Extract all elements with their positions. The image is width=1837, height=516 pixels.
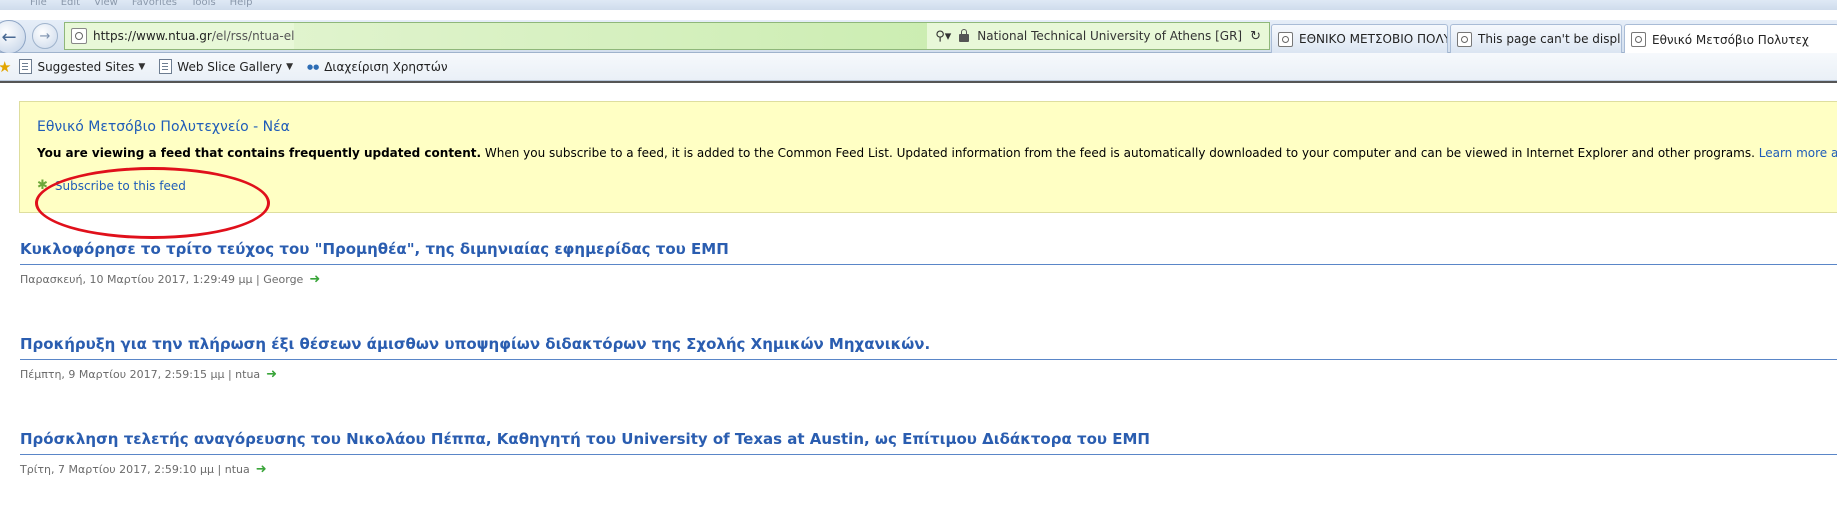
tab-label: Εθνικό Μετσόβιο Πολυτεχ [1652, 32, 1809, 47]
tab-label: ΕΘΝΙΚΟ ΜΕΤΣΟΒΙΟ ΠΟΛΥΤΕΧ... [1299, 32, 1447, 46]
menu-view[interactable]: View [94, 0, 118, 8]
feed-item-date-author: Πέμπτη, 9 Μαρτίου 2017, 2:59:15 μμ | ntu… [20, 368, 261, 381]
site-favicon-icon [71, 28, 87, 44]
tab-active-feed[interactable]: Εθνικό Μετσόβιο Πολυτεχ [1624, 24, 1837, 54]
go-arrow-icon[interactable]: ➜ [256, 462, 267, 477]
favorites-item-user-admin[interactable]: ●● Διαχείριση Χρηστών [307, 60, 448, 74]
go-arrow-icon[interactable]: ➜ [309, 272, 320, 287]
tab-error-page[interactable]: This page can't be displayed [1450, 24, 1622, 53]
tab-favicon-icon [1631, 32, 1646, 47]
feed-item-meta: Πέμπτη, 9 Μαρτίου 2017, 2:59:15 μμ | ntu… [20, 367, 277, 382]
learn-more-link[interactable]: Learn more about feeds. [1759, 146, 1837, 160]
refresh-icon[interactable]: ↻ [1250, 29, 1261, 44]
tab-ntua-1[interactable]: ΕΘΝΙΚΟ ΜΕΤΣΟΒΙΟ ΠΟΛΥΤΕΧ... [1271, 24, 1448, 53]
url-host: https://www.ntua.gr [93, 29, 212, 43]
url-path: /el/rss/ntua-el [211, 29, 295, 43]
back-button[interactable]: ← [0, 20, 26, 54]
url-text[interactable]: https://www.ntua.gr/el/rss/ntua-el [93, 29, 294, 43]
feed-item-title[interactable]: Κυκλοφόρησε το τρίτο τεύχος του "Προμηθέ… [20, 240, 1837, 258]
feed-item-date-author: Τρίτη, 7 Μαρτίου 2017, 2:59:10 μμ | ntua [20, 463, 250, 476]
address-bar[interactable]: https://www.ntua.gr/el/rss/ntua-el ⚲▾ Na… [64, 22, 1270, 50]
feed-notice-bold: You are viewing a feed that contains fre… [37, 146, 482, 160]
feed-item-divider [20, 359, 1837, 360]
feed-item-divider [20, 454, 1837, 455]
favorites-item-suggested-sites[interactable]: Suggested Sites ▼ [19, 59, 145, 74]
address-bar-padding [294, 23, 928, 49]
favorites-item-web-slice-gallery[interactable]: Web Slice Gallery ▼ [159, 59, 293, 74]
favorites-item-label: Διαχείριση Χρηστών [324, 59, 448, 74]
site-identity[interactable]: National Technical University of Athens … [977, 29, 1242, 43]
feed-item-divider [20, 264, 1837, 265]
feed-item-title[interactable]: Πρόσκληση τελετής αναγόρευσης του Νικολά… [20, 430, 1837, 448]
tab-favicon-icon [1457, 31, 1472, 47]
feed-item: Πρόσκληση τελετής αναγόρευσης του Νικολά… [20, 430, 1837, 477]
feed-item-meta: Παρασκευή, 10 Μαρτίου 2017, 1:29:49 μμ |… [20, 272, 320, 287]
highlight-ellipse [35, 167, 270, 239]
address-row: ← → https://www.ntua.gr/el/rss/ntua-el ⚲… [0, 20, 1837, 54]
feed-item-meta: Τρίτη, 7 Μαρτίου 2017, 2:59:10 μμ | ntua… [20, 462, 267, 477]
menu-file[interactable]: File [30, 0, 47, 8]
tab-favicon-icon [1278, 31, 1293, 47]
feed-notice: You are viewing a feed that contains fre… [37, 146, 1837, 160]
forward-arrow-icon: → [39, 28, 51, 44]
tab-label: This page can't be displayed [1478, 32, 1621, 46]
menu-favorites[interactable]: Favorites [132, 0, 177, 8]
favorites-item-label: Web Slice Gallery [177, 59, 283, 74]
menu-help[interactable]: Help [230, 0, 253, 8]
favorites-bar: ★ Suggested Sites ▼ Web Slice Gallery ▼ … [0, 53, 1837, 81]
title-bar: File Edit View Favorites Tools Help [0, 0, 1837, 10]
page-icon [159, 59, 173, 74]
menu-bar: File Edit View Favorites Tools Help [30, 0, 252, 8]
menu-edit[interactable]: Edit [61, 0, 80, 8]
page-icon [19, 59, 33, 74]
feed-title: Εθνικό Μετσόβιο Πολυτεχνείο - Νέα [37, 119, 290, 135]
favorites-item-label: Suggested Sites [37, 59, 135, 74]
favorites-star-icon[interactable]: ★ [0, 58, 11, 76]
forward-button[interactable]: → [32, 23, 58, 49]
feed-item-title[interactable]: Προκήρυξη για την πλήρωση έξι θέσεων άμι… [20, 335, 1837, 353]
lock-icon[interactable] [959, 29, 970, 42]
feed-item-date-author: Παρασκευή, 10 Μαρτίου 2017, 1:29:49 μμ |… [20, 273, 304, 286]
feed-item: Κυκλοφόρησε το τρίτο τεύχος του "Προμηθέ… [20, 240, 1837, 287]
chrome-divider [0, 81, 1837, 83]
chevron-down-icon: ▼ [286, 61, 293, 72]
chevron-down-icon: ▼ [138, 61, 146, 72]
admin-site-icon: ●● [307, 62, 320, 71]
back-arrow-icon: ← [1, 26, 17, 48]
search-icon[interactable]: ⚲▾ [935, 29, 951, 44]
menu-tools[interactable]: Tools [191, 0, 216, 8]
address-tools: ⚲▾ National Technical University of Athe… [927, 29, 1269, 44]
feed-item: Προκήρυξη για την πλήρωση έξι θέσεων άμι… [20, 335, 1837, 382]
feed-notice-text: When you subscribe to a feed, it is adde… [481, 146, 1759, 160]
go-arrow-icon[interactable]: ➜ [266, 367, 277, 382]
feed-info-banner: Εθνικό Μετσόβιο Πολυτεχνείο - Νέα You ar… [19, 101, 1837, 213]
